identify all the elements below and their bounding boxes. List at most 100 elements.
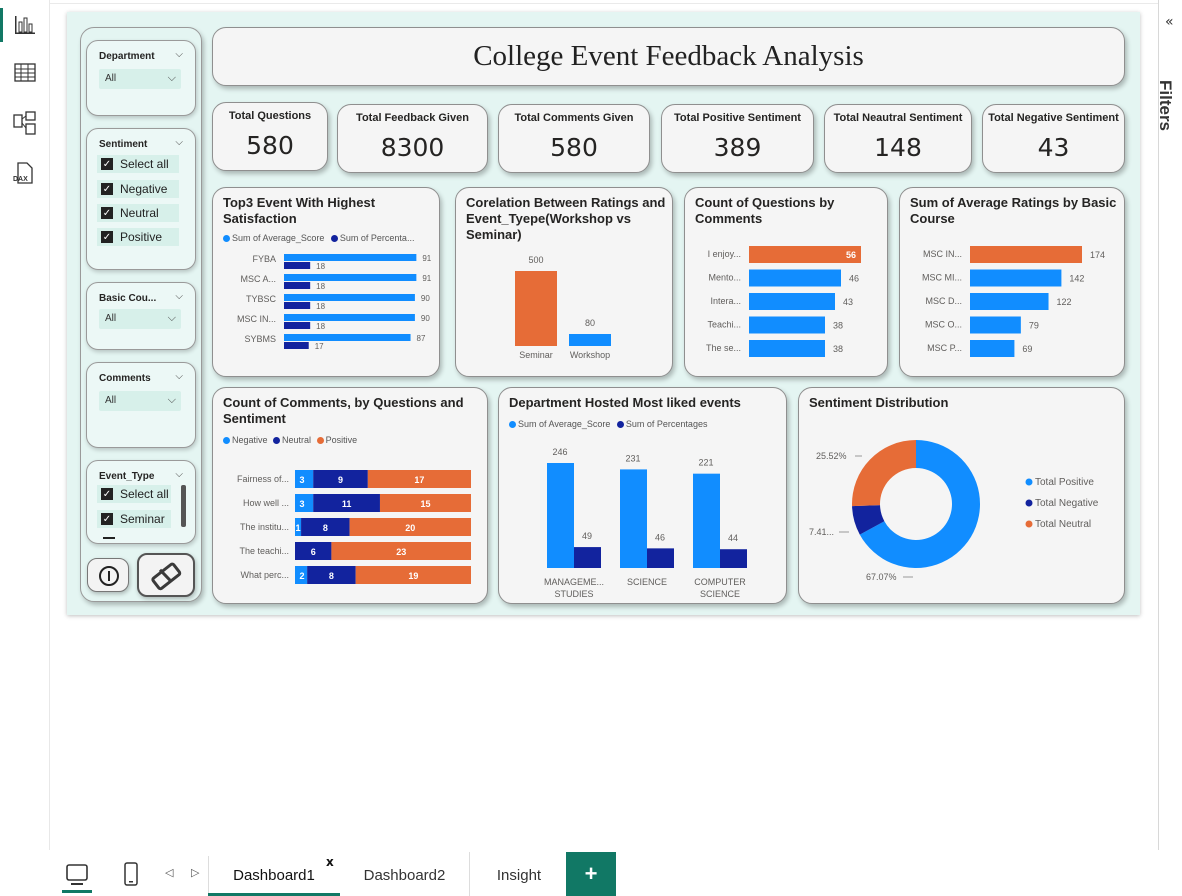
add-page-button[interactable]: +: [566, 852, 616, 896]
bar-percentage[interactable]: [284, 342, 309, 349]
kpi-card-total-neutral[interactable]: Total Neautral Sentiment 148: [824, 104, 972, 173]
column-average-score[interactable]: [620, 469, 647, 568]
tab-dashboard1[interactable]: Dashboard1: [208, 852, 340, 896]
department-dropdown-value: All: [105, 73, 117, 84]
desktop-layout-icon[interactable]: [64, 862, 90, 890]
questions-by-comments-bars[interactable]: I enjoy... 56 Mento... 46 Intera... 43 Teachi.…: [685, 236, 889, 368]
legend-dot[interactable]: [1025, 478, 1033, 486]
column-average-score[interactable]: [547, 463, 574, 568]
filters-pane[interactable]: « Filters: [1155, 0, 1182, 850]
chevron-down-icon[interactable]: ⌵: [175, 49, 183, 60]
top3-events-chart[interactable]: Top3 Event With Highest Satisfaction Sum…: [212, 187, 440, 377]
kpi-card-total-feedback[interactable]: Total Feedback Given 8300: [337, 104, 488, 173]
bar[interactable]: [970, 246, 1082, 263]
sentiment-distribution-chart[interactable]: Sentiment Distribution 25.52% 7.41... 67.0…: [798, 387, 1125, 604]
checkbox-checked-icon[interactable]: ✓: [101, 183, 113, 195]
bar[interactable]: [749, 269, 841, 287]
chart-legend: Sum of Average_Score Sum of Percentages: [509, 419, 707, 429]
bar[interactable]: [749, 246, 861, 263]
bar[interactable]: [749, 293, 835, 310]
table-view-icon[interactable]: [12, 60, 38, 86]
tab-dashboard2[interactable]: Dashboard2: [340, 852, 470, 896]
comments-by-sentiment-chart[interactable]: Count of Comments, by Questions and Sent…: [212, 387, 488, 604]
bar[interactable]: [970, 316, 1021, 334]
column-percentages[interactable]: [647, 548, 674, 568]
close-tab-icon[interactable]: x: [326, 855, 334, 869]
sentiment-option-negative[interactable]: ✓ Negative: [97, 180, 179, 198]
sentiment-donut[interactable]: 25.52% 7.41... 67.07% Total Positive Total N…: [799, 418, 1126, 603]
event-type-option-seminar[interactable]: ✓ Seminar: [97, 510, 171, 528]
bar[interactable]: [970, 269, 1062, 287]
checkbox-checked-icon[interactable]: ✓: [101, 488, 113, 500]
legend-dot[interactable]: [1025, 499, 1033, 507]
event-type-bars[interactable]: 500 Seminar 80 Workshop: [456, 246, 674, 371]
donut-slice[interactable]: [852, 440, 916, 507]
top3-events-bars[interactable]: FYBA 91 18 MSC A... 91 18 TYBSC 90 18 MSC IN... 90…: [213, 248, 441, 368]
bar[interactable]: [749, 316, 825, 334]
bar-average-score[interactable]: [284, 254, 417, 261]
bar-percentage[interactable]: [284, 322, 311, 329]
basic-course-slicer[interactable]: Basic Cou... ⌵ All ⌵: [86, 282, 196, 350]
checkbox-checked-icon[interactable]: ✓: [101, 158, 113, 170]
event-type-option-select-all[interactable]: ✓ Select all: [97, 485, 171, 503]
legend-dot[interactable]: [1025, 520, 1033, 528]
questions-by-comments-chart[interactable]: Count of Questions by Comments I enjoy..…: [684, 187, 888, 377]
tab-insight[interactable]: Insight: [470, 852, 568, 896]
model-view-icon[interactable]: [12, 110, 38, 136]
mobile-layout-icon[interactable]: [124, 862, 138, 886]
kpi-card-total-positive[interactable]: Total Positive Sentiment 389: [661, 104, 814, 173]
category-label: MSC O...: [925, 320, 962, 330]
column-percentages[interactable]: [720, 549, 747, 568]
ratings-by-course-bars[interactable]: MSC IN... 174 MSC MI... 142 MSC D... 122 MSC O…: [900, 236, 1126, 368]
bar[interactable]: [749, 340, 825, 357]
previous-page-icon[interactable]: ◁: [165, 866, 173, 879]
comments-dropdown[interactable]: All ⌵: [99, 391, 181, 411]
basic-course-dropdown[interactable]: All ⌵: [99, 309, 181, 329]
department-dropdown[interactable]: All ⌵: [99, 69, 181, 89]
bar-percentage[interactable]: [284, 302, 311, 309]
bar-average-score[interactable]: [284, 334, 411, 341]
kpi-card-total-negative[interactable]: Total Negative Sentiment 43: [982, 104, 1125, 173]
bar-average-score[interactable]: [284, 314, 415, 321]
bar-average-score[interactable]: [284, 294, 415, 301]
column-percentages[interactable]: [574, 547, 601, 568]
bar[interactable]: [970, 340, 1015, 357]
bar-percentage[interactable]: [284, 282, 311, 289]
next-page-icon[interactable]: ▷: [191, 866, 199, 879]
department-slicer[interactable]: Department ⌵ All ⌵: [86, 40, 196, 116]
bar[interactable]: [970, 293, 1049, 310]
event-type-correlation-chart[interactable]: Corelation Between Ratings and Event_Tye…: [455, 187, 673, 377]
department-bars[interactable]: 246 49 MANAGEME... STUDIES 231 46 SCIENCE 221 44…: [499, 440, 788, 600]
chevron-down-icon[interactable]: ⌵: [175, 371, 183, 382]
checkbox-checked-icon[interactable]: ✓: [101, 513, 113, 525]
report-view-icon[interactable]: [12, 12, 38, 38]
checkbox-checked-icon[interactable]: ✓: [101, 231, 113, 243]
event-type-slicer[interactable]: Event_Type ⌵ ✓ Select all ✓ Seminar: [86, 460, 196, 544]
sentiment-slicer[interactable]: Sentiment ⌵ ✓ Select all ✓ Negative ✓ Neutr…: [86, 128, 196, 270]
ratings-by-course-chart[interactable]: Sum of Average Ratings by Basic Course M…: [899, 187, 1125, 377]
info-button[interactable]: [87, 558, 129, 592]
checkbox-checked-icon[interactable]: ✓: [101, 207, 113, 219]
slicer-scrollbar[interactable]: [181, 485, 186, 527]
bar-average-score[interactable]: [284, 274, 417, 281]
filters-pane-label[interactable]: Filters: [1155, 80, 1175, 131]
clear-filters-button[interactable]: [137, 553, 195, 597]
column-bar[interactable]: [515, 271, 557, 346]
kpi-card-total-questions[interactable]: Total Questions 580: [212, 102, 328, 171]
collapse-filters-button[interactable]: «: [1165, 14, 1174, 30]
category-label: SCIENCE: [627, 577, 667, 587]
chevron-down-icon[interactable]: ⌵: [175, 291, 183, 302]
chevron-down-icon[interactable]: ⌵: [175, 137, 183, 148]
department-liked-events-chart[interactable]: Department Hosted Most liked events Sum …: [498, 387, 787, 604]
column-bar[interactable]: [569, 334, 611, 346]
comments-stacked-bars[interactable]: Fairness of... 3 9 17 How well ... 3 11 15 The i…: [213, 463, 489, 593]
sentiment-option-select-all[interactable]: ✓ Select all: [97, 155, 179, 173]
chevron-down-icon[interactable]: ⌵: [175, 469, 183, 480]
bar-percentage[interactable]: [284, 262, 311, 269]
comments-slicer[interactable]: Comments ⌵ All ⌵: [86, 362, 196, 448]
dax-query-view-icon[interactable]: DAX: [12, 160, 38, 186]
sentiment-option-neutral[interactable]: ✓ Neutral: [97, 204, 179, 222]
column-average-score[interactable]: [693, 473, 720, 568]
sentiment-option-positive[interactable]: ✓ Positive: [97, 228, 179, 246]
kpi-card-total-comments[interactable]: Total Comments Given 580: [498, 104, 650, 173]
